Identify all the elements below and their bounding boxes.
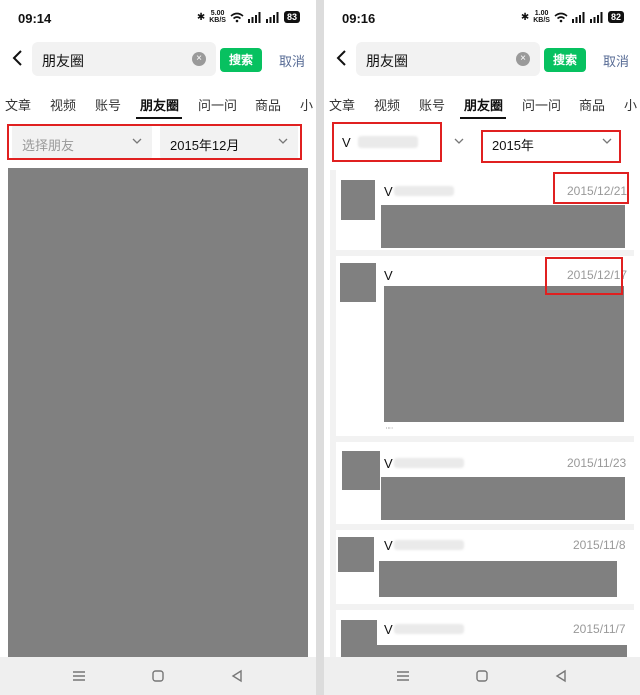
redacted-content	[381, 205, 625, 248]
wifi-icon	[230, 12, 244, 22]
signal-icon	[571, 11, 585, 23]
status-icons: ✱ 1.00 KB/S 82	[521, 10, 624, 24]
moments-results: V 2015/12/21 V 2015/12/17 ı ıı ı V 2015/…	[330, 170, 634, 657]
post-date: 2015/11/23	[567, 456, 627, 470]
moment-post[interactable]: V 2015/11/23	[336, 442, 634, 524]
status-icons: ✱ 5.00 KB/S 83	[197, 10, 300, 24]
redacted-name	[394, 540, 464, 550]
tab-mini-programs[interactable]: 小	[300, 95, 313, 114]
status-bar: 09:16 ✱ 1.00 KB/S 82	[324, 0, 640, 36]
tab-moments[interactable]: 朋友圈	[140, 95, 179, 114]
search-row: 朋友圈 × 搜索 取消	[0, 40, 316, 78]
status-bar: 09:14 ✱ 5.00 KB/S 83	[0, 0, 316, 36]
avatar	[338, 537, 374, 572]
highlight-annotation	[481, 130, 621, 163]
search-query: 朋友圈	[42, 53, 84, 69]
battery-indicator: 83	[283, 11, 300, 23]
clear-icon[interactable]: ×	[192, 52, 206, 66]
tab-videos[interactable]: 视频	[374, 95, 400, 114]
back-triangle-icon[interactable]	[228, 667, 246, 685]
tab-ask[interactable]: 问一问	[198, 95, 237, 114]
menu-icon[interactable]	[70, 667, 88, 685]
tab-videos[interactable]: 视频	[50, 95, 76, 114]
moment-post[interactable]: V 2015/11/7	[336, 610, 634, 657]
system-nav-bar	[324, 657, 640, 695]
search-button[interactable]: 搜索	[544, 48, 586, 72]
redacted-results	[8, 168, 308, 658]
menu-icon[interactable]	[394, 667, 412, 685]
moment-post[interactable]: V 2015/11/8	[336, 530, 634, 604]
active-tab-indicator	[136, 117, 182, 119]
cancel-button[interactable]: 取消	[279, 51, 305, 70]
signal-icon	[265, 11, 279, 23]
tab-mini-programs[interactable]: 小	[624, 95, 637, 114]
tab-articles[interactable]: 文章	[5, 95, 31, 114]
back-arrow-icon[interactable]	[332, 46, 352, 70]
status-time: 09:16	[342, 11, 376, 26]
highlight-annotation	[545, 257, 623, 295]
wifi-icon	[554, 12, 568, 22]
redacted-name	[394, 458, 464, 468]
highlight-annotation	[553, 172, 629, 204]
post-date: 2015/11/8	[573, 538, 626, 552]
avatar	[341, 180, 375, 220]
tab-accounts[interactable]: 账号	[419, 95, 445, 114]
clear-icon[interactable]: ×	[516, 52, 530, 66]
filter-row: 选择朋友 2015年12月	[0, 124, 316, 164]
search-input[interactable]: 朋友圈 ×	[356, 42, 540, 76]
caption-text: ı ıı ı	[386, 425, 393, 430]
redacted-content	[384, 286, 624, 422]
tab-products[interactable]: 商品	[579, 95, 605, 114]
signal-icon	[589, 11, 603, 23]
avatar	[342, 451, 380, 490]
home-icon[interactable]	[473, 667, 491, 685]
redacted-name	[394, 186, 454, 196]
post-author: V	[384, 456, 393, 471]
tab-ask[interactable]: 问一问	[522, 95, 561, 114]
bluetooth-icon: ✱	[196, 11, 206, 23]
tab-moments[interactable]: 朋友圈	[464, 95, 503, 114]
right-phone-screen: 09:16 ✱ 1.00 KB/S 82 朋友圈 × 搜索 取消 文章 视频 账号…	[324, 0, 640, 695]
post-author: V	[384, 268, 393, 283]
search-input[interactable]: 朋友圈 ×	[32, 42, 216, 76]
post-author: V	[384, 622, 393, 637]
redacted-content	[379, 561, 617, 597]
post-author: V	[384, 184, 393, 199]
home-icon[interactable]	[149, 667, 167, 685]
network-speed: 5.00 KB/S	[209, 10, 226, 24]
status-time: 09:14	[18, 11, 52, 26]
avatar	[340, 263, 376, 302]
filter-row: V 2015年	[324, 122, 640, 164]
results-area	[8, 168, 308, 658]
highlight-annotation	[332, 122, 442, 162]
search-tabs: 文章 视频 账号 朋友圈 问一问 商品 小	[0, 88, 316, 122]
bluetooth-icon: ✱	[520, 11, 530, 23]
search-row: 朋友圈 × 搜索 取消	[324, 40, 640, 78]
battery-indicator: 82	[607, 11, 624, 23]
highlight-annotation	[7, 124, 302, 160]
search-tabs: 文章 视频 账号 朋友圈 问一问 商品 小	[324, 88, 640, 122]
signal-icon	[247, 11, 261, 23]
tab-products[interactable]: 商品	[255, 95, 281, 114]
redacted-content	[377, 645, 627, 657]
cancel-button[interactable]: 取消	[603, 51, 629, 70]
avatar	[341, 620, 377, 657]
tab-accounts[interactable]: 账号	[95, 95, 121, 114]
search-query: 朋友圈	[366, 53, 408, 69]
chevron-down-icon	[454, 138, 464, 144]
redacted-name	[394, 624, 464, 634]
tab-articles[interactable]: 文章	[329, 95, 355, 114]
search-button[interactable]: 搜索	[220, 48, 262, 72]
left-phone-screen: 09:14 ✱ 5.00 KB/S 83 朋友圈 × 搜索 取消 文章 视频 账号…	[0, 0, 316, 695]
post-author: V	[384, 538, 393, 553]
redacted-content	[381, 477, 625, 520]
active-tab-indicator	[460, 117, 506, 119]
back-arrow-icon[interactable]	[8, 46, 28, 70]
back-triangle-icon[interactable]	[552, 667, 570, 685]
network-speed: 1.00 KB/S	[533, 10, 550, 24]
post-date: 2015/11/7	[573, 622, 626, 636]
system-nav-bar	[0, 657, 316, 695]
